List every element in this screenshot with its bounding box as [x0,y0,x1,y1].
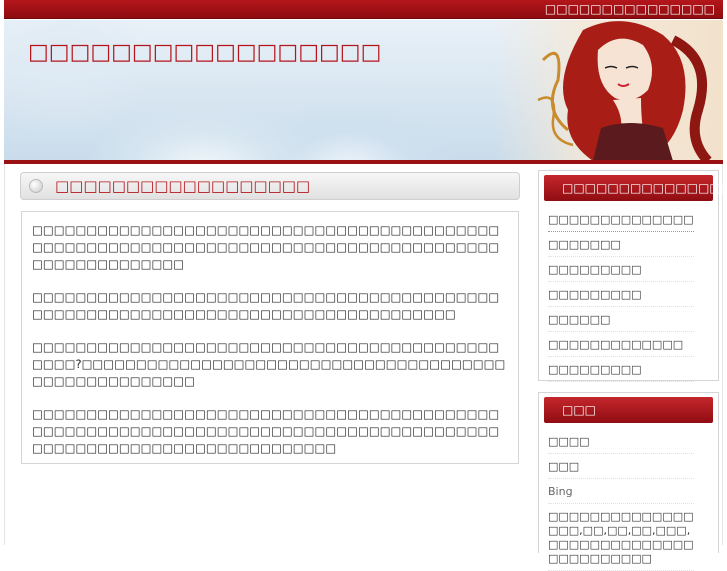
post-paragraph: □□□□□□□□□□□□□□□□□□□□□□□□□□□□□□□□□□□□□□□□… [32,290,500,321]
sidebar-link[interactable]: □□□□□□ [548,307,694,332]
sidebar-link[interactable]: □□□□□□□□□ [548,282,694,307]
post-body: □□□□□□□□□□□□□□□□□□□□□□□□□□□□□□□□□□□□□□□□… [21,211,519,464]
sidebar-link[interactable]: □□□□□□□□□□□□□ [548,332,694,357]
sidebar-heading-text: □□□□□□□□□□□□□□□□□ [562,181,727,195]
page-right-border [722,164,723,545]
top-bar-link[interactable]: □□□□□□□□□□□□□□□ [545,1,715,17]
sidebar-link[interactable]: □□□ [548,454,694,479]
page-left-border [4,164,5,545]
sidebar-link-bing[interactable]: Bing [548,479,694,504]
site-title[interactable]: □□□□□□□□□□□□□□□□□ [28,40,381,66]
top-bar: □□□□□□□□□□□□□□□ [4,0,723,19]
header-banner: □□□□□□□□□□□□□□□□□ [4,20,723,161]
sidebar-box-links: □□□□□□□□□□□□□□□ □□ □□□□□□□□□□□□ □□ □□□□□ □□… [538,170,727,382]
header-divider [4,160,723,164]
post-title[interactable]: □□□□□□□□□□□□□□□□□□ [55,176,310,196]
post-paragraph: □□□□□□□□□□□□□□□□□□□□□□□□□□□□□□□□□□□□□□□□… [32,223,500,271]
sidebar-heading: □□□□□□□□□□□□□□□□□ [544,175,727,201]
sidebar-box-search: □□□ □□□□ □□□ Bing □□□□□□□□□□□□□□□□□,□□,□… [538,392,719,571]
sidebar-heading: □□□ [544,397,713,423]
sidebar-link[interactable]: □□□□□□□□□□□□□□□□□,□□,□□,□□,□□□,□□□□□□□□□… [548,504,694,571]
sidebar-link-list: □□□□□□□□□□□□□□ □□□□□□□ □□□□□□□□□ □□□□□□□… [539,207,718,382]
sidebar-link[interactable]: □□□□□□□ [548,232,694,257]
sidebar-link[interactable]: □□□□□□□□□ [548,257,694,282]
bullet-icon [29,179,43,193]
post-paragraph: □□□□□□□□□□□□□□□□□□□□□□□□□□□□□□□□□□□□□□□□… [32,407,500,455]
sidebar-link[interactable]: □□□□□□□□□□□□□□ [548,207,694,232]
sidebar-link[interactable]: □□□□□□□□□ [548,357,694,382]
post-title-bar: □□□□□□□□□□□□□□□□□□ [20,172,520,200]
post-paragraph: □□□□□□□□□□□□□□□□□□□□□□□□□□□□□□□□□□□□□□□□… [32,340,506,388]
sidebar-link[interactable]: □□□□ [548,429,694,454]
woman-illustration [537,21,712,161]
sidebar-heading-text: □□□ [562,403,597,417]
sidebar-link-list: □□□□ □□□ Bing □□□□□□□□□□□□□□□□□,□□,□□,□□… [539,429,718,571]
